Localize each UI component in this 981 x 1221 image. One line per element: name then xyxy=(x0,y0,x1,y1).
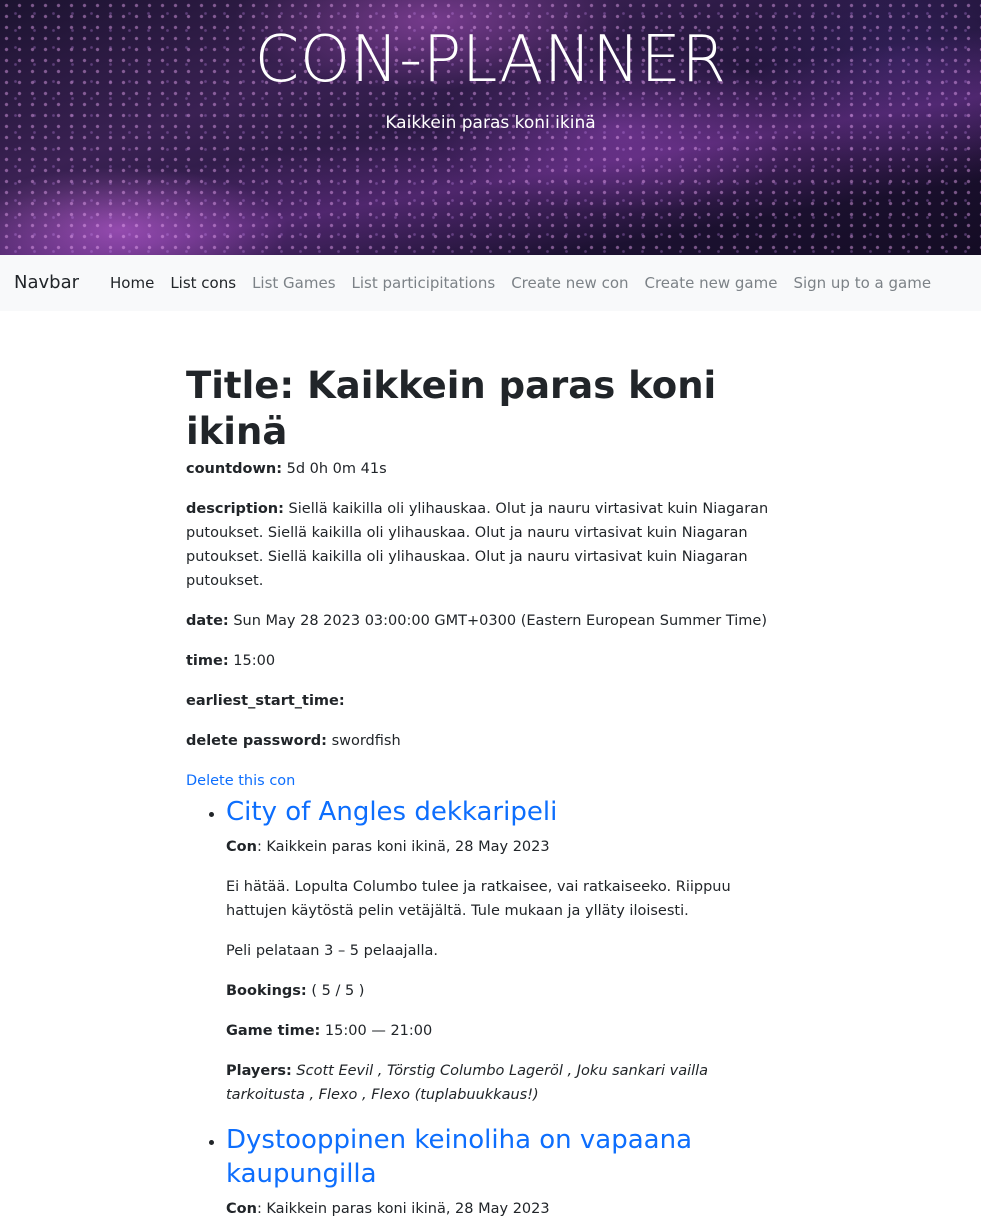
list-item: Dystooppinen keinoliha on vapaana kaupun… xyxy=(226,1123,786,1221)
nav-link-create-game[interactable]: Create new game xyxy=(637,271,786,295)
game-time-value: 15:00 — 21:00 xyxy=(320,1023,433,1039)
game-title-link[interactable]: Dystooppinen keinoliha on vapaana kaupun… xyxy=(226,1123,786,1191)
time-label: time: xyxy=(186,653,229,669)
time-value: 15:00 xyxy=(233,653,276,669)
countdown-field: countdown: 5d 0h 0m 41s xyxy=(186,457,786,481)
game-players-value: Scott Eevil , Törstig Columbo Lageröl , … xyxy=(226,1063,709,1103)
earliest-start-field: earliest_start_time: xyxy=(186,689,786,713)
list-item: City of Angles dekkaripeli Con: Kaikkein… xyxy=(226,795,786,1107)
game-time-field: Game time: 15:00 — 21:00 xyxy=(226,1019,786,1043)
game-con-value: : Kaikkein paras koni ikinä, 28 May 2023 xyxy=(256,839,550,855)
date-value: Sun May 28 2023 03:00:00 GMT+0300 (Easte… xyxy=(233,613,768,629)
game-bookings-field: Bookings: ( 5 / 5 ) xyxy=(226,979,786,1003)
nav-link-home[interactable]: Home xyxy=(102,271,162,295)
navbar-brand[interactable]: Navbar xyxy=(14,269,79,297)
game-time-label: Game time: xyxy=(226,1023,321,1039)
site-subtitle: Kaikkein paras koni ikinä xyxy=(385,113,596,133)
nav-link-sign-up-game[interactable]: Sign up to a game xyxy=(785,271,939,295)
nav-link-list-cons[interactable]: List cons xyxy=(162,271,244,295)
game-bookings-value: ( 5 / 5 ) xyxy=(306,983,365,999)
game-con-label: Con xyxy=(226,839,257,855)
delete-con-row: Delete this con xyxy=(186,769,786,793)
delete-password-value: swordfish xyxy=(331,733,401,749)
games-list: City of Angles dekkaripeli Con: Kaikkein… xyxy=(186,795,786,1221)
description-label: description: xyxy=(186,501,284,517)
game-con-value: : Kaikkein paras koni ikinä, 28 May 2023 xyxy=(256,1201,550,1217)
nav-link-list-participations[interactable]: List participitations xyxy=(344,271,504,295)
game-description: Ei hätää. Lopulta Columbo tulee ja ratka… xyxy=(226,879,731,919)
con-title: Title: Kaikkein paras koni ikinä xyxy=(186,364,717,453)
game-con-label: Con xyxy=(226,1201,257,1217)
earliest-start-label: earliest_start_time: xyxy=(186,693,345,709)
time-field: time: 15:00 xyxy=(186,649,786,673)
navbar: Navbar Home List cons List Games List pa… xyxy=(0,255,981,311)
game-bookings-label: Bookings: xyxy=(226,983,307,999)
site-title: CON-PLANNER xyxy=(254,23,727,97)
game-title-link[interactable]: City of Angles dekkaripeli xyxy=(226,795,786,829)
game-players-field: Players: Scott Eevil , Törstig Columbo L… xyxy=(226,1059,786,1107)
delete-password-field: delete password: swordfish xyxy=(186,729,786,753)
game-con-field: Con: Kaikkein paras koni ikinä, 28 May 2… xyxy=(226,835,786,859)
countdown-label: countdown: xyxy=(186,461,282,477)
delete-password-label: delete password: xyxy=(186,733,327,749)
nav-link-list-games[interactable]: List Games xyxy=(244,271,343,295)
game-con-field: Con: Kaikkein paras koni ikinä, 28 May 2… xyxy=(226,1197,786,1221)
date-field: date: Sun May 28 2023 03:00:00 GMT+0300 … xyxy=(186,609,786,633)
game-players-label: Players: xyxy=(226,1063,292,1079)
con-details: Title: Kaikkein paras koni ikinä countdo… xyxy=(186,311,786,1221)
nav-link-create-con[interactable]: Create new con xyxy=(503,271,636,295)
hero-banner: CON-PLANNER Kaikkein paras koni ikinä xyxy=(0,0,981,255)
date-label: date: xyxy=(186,613,229,629)
description-field: description: Siellä kaikilla oli ylihaus… xyxy=(186,497,786,593)
game-player-count: Peli pelataan 3 – 5 pelaajalla. xyxy=(226,943,439,959)
countdown-value: 5d 0h 0m 41s xyxy=(286,461,387,477)
delete-con-link[interactable]: Delete this con xyxy=(186,773,295,789)
